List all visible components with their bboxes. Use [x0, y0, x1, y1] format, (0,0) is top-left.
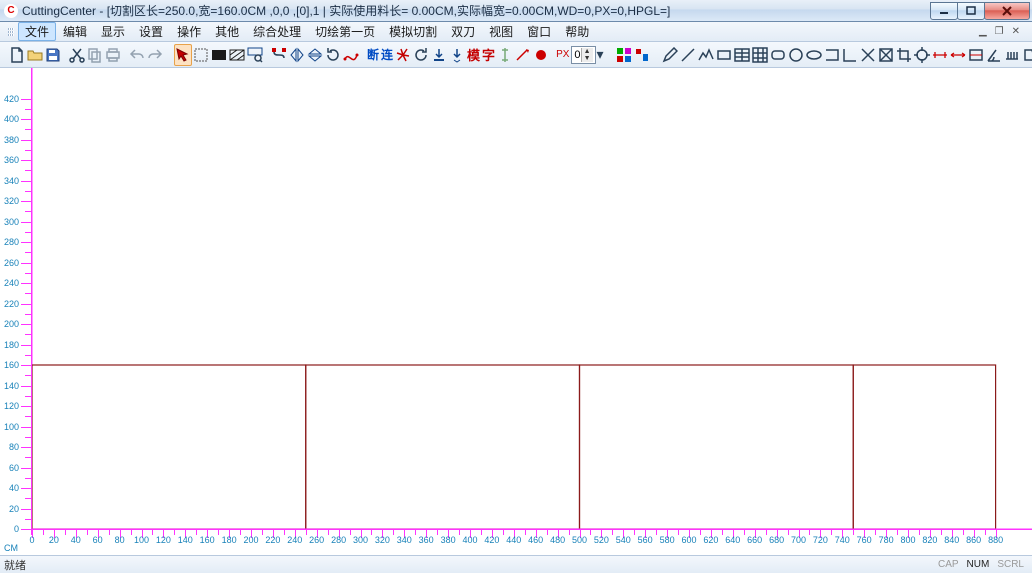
app-icon: [4, 4, 18, 18]
measure-v-icon[interactable]: [496, 44, 514, 66]
dropdown-icon[interactable]: ▾: [596, 44, 605, 66]
break-text-icon[interactable]: 断: [366, 44, 380, 66]
menu-item-5[interactable]: 其他: [208, 22, 246, 41]
mdi-minimize-icon[interactable]: ▁: [979, 26, 987, 37]
flip-v-icon[interactable]: [306, 44, 324, 66]
circle-icon[interactable]: [787, 44, 805, 66]
ellipse-icon[interactable]: [805, 44, 823, 66]
mo-text-icon[interactable]: 模: [466, 44, 481, 66]
menu-item-7[interactable]: 切绘第一页: [308, 22, 382, 41]
vector-tool-icon[interactable]: [514, 44, 532, 66]
copy-icon[interactable]: [86, 44, 104, 66]
down-step-icon[interactable]: [430, 44, 448, 66]
undo-icon[interactable]: [128, 44, 146, 66]
half-rect-icon[interactable]: [823, 44, 841, 66]
join-text-icon[interactable]: 连: [380, 44, 394, 66]
fill-tool-icon[interactable]: [210, 44, 228, 66]
spin-up-icon[interactable]: ▲: [581, 48, 593, 55]
grid-icon[interactable]: [751, 44, 769, 66]
target-icon[interactable]: [913, 44, 931, 66]
px-spinner[interactable]: 0 ▲▼: [571, 46, 595, 64]
zi-text-icon[interactable]: 字: [481, 44, 496, 66]
print-icon[interactable]: [104, 44, 122, 66]
mdi-restore-icon[interactable]: ❐: [995, 26, 1004, 37]
menu-item-8[interactable]: 模拟切割: [382, 22, 444, 41]
menu-item-10[interactable]: 视图: [482, 22, 520, 41]
select-tool-icon[interactable]: [174, 44, 192, 66]
shear-icon[interactable]: [1021, 44, 1032, 66]
toolbar: 断 连 模 字 PX 0 ▲▼ ▾: [0, 42, 1032, 68]
window-title: CuttingCenter - [切割区长=250.0,宽=160.0CM ,0…: [22, 2, 931, 19]
menu-item-4[interactable]: 操作: [170, 22, 208, 41]
horizontal-ruler: 0204060801001201401601802002202402602803…: [32, 529, 1032, 545]
ruler-unit-label: CM: [4, 543, 18, 553]
node-tool-icon[interactable]: [270, 44, 288, 66]
line-icon[interactable]: [679, 44, 697, 66]
menu-item-11[interactable]: 窗口: [520, 22, 558, 41]
menu-item-1[interactable]: 编辑: [56, 22, 94, 41]
crop-icon[interactable]: [895, 44, 913, 66]
rect-icon[interactable]: [715, 44, 733, 66]
x-box-icon[interactable]: [877, 44, 895, 66]
status-text: 就绪: [4, 557, 934, 573]
status-bar: 就绪 CAP NUM SCRL: [0, 555, 1032, 573]
scrl-indicator: SCRL: [993, 559, 1028, 570]
mdi-close-icon[interactable]: ✕: [1012, 26, 1020, 37]
dim-h-icon[interactable]: [931, 44, 949, 66]
menu-item-0[interactable]: 文件: [18, 22, 56, 41]
down-play-icon[interactable]: [448, 44, 466, 66]
menu-item-3[interactable]: 设置: [132, 22, 170, 41]
grid-zoom-icon[interactable]: [246, 44, 264, 66]
cut-icon[interactable]: [68, 44, 86, 66]
color-grid-icon[interactable]: [615, 44, 633, 66]
drawing-canvas[interactable]: [32, 68, 1032, 529]
comb-icon[interactable]: [1003, 44, 1021, 66]
polyline-icon[interactable]: [697, 44, 715, 66]
rounded-rect-icon[interactable]: [769, 44, 787, 66]
mdi-buttons: ▁ ❐ ✕: [979, 22, 1032, 41]
maximize-button[interactable]: [957, 2, 985, 20]
region-tool-icon[interactable]: [192, 44, 210, 66]
menu-item-2[interactable]: 显示: [94, 22, 132, 41]
workspace: 0204060801001201401601802002202402602803…: [0, 68, 1032, 555]
flip-h-icon[interactable]: [288, 44, 306, 66]
redo-icon[interactable]: [146, 44, 164, 66]
explode-icon[interactable]: [394, 44, 412, 66]
rotate-cw-icon[interactable]: [412, 44, 430, 66]
close-button[interactable]: [984, 2, 1030, 20]
hatch-tool-icon[interactable]: [228, 44, 246, 66]
rotate-icon[interactable]: [324, 44, 342, 66]
dim-arrows-icon[interactable]: [949, 44, 967, 66]
align-tool-icon[interactable]: [633, 44, 651, 66]
cross-icon[interactable]: [859, 44, 877, 66]
angle-icon[interactable]: [985, 44, 1003, 66]
new-file-icon[interactable]: [8, 44, 26, 66]
corner-icon[interactable]: [841, 44, 859, 66]
num-indicator: NUM: [963, 559, 994, 570]
title-bar: CuttingCenter - [切割区长=250.0,宽=160.0CM ,0…: [0, 0, 1032, 22]
menu-item-9[interactable]: 双刀: [444, 22, 482, 41]
table-icon[interactable]: [733, 44, 751, 66]
frame-mark-icon[interactable]: [967, 44, 985, 66]
vertical-ruler: 0204060801001201401601802002202402602803…: [0, 68, 32, 535]
record-icon[interactable]: [532, 44, 550, 66]
menu-grip: [8, 22, 14, 41]
pencil-icon[interactable]: [661, 44, 679, 66]
menu-item-6[interactable]: 综合处理: [246, 22, 308, 41]
path-tool-icon[interactable]: [342, 44, 360, 66]
spin-label: PX: [556, 49, 569, 60]
menu-bar: 文件编辑显示设置操作其他综合处理切绘第一页模拟切割双刀视图窗口帮助 ▁ ❐ ✕: [0, 22, 1032, 42]
save-file-icon[interactable]: [44, 44, 62, 66]
open-file-icon[interactable]: [26, 44, 44, 66]
minimize-button[interactable]: [930, 2, 958, 20]
menu-item-12[interactable]: 帮助: [558, 22, 596, 41]
window-buttons: [931, 2, 1030, 20]
spin-down-icon[interactable]: ▼: [581, 55, 593, 62]
cap-indicator: CAP: [934, 559, 963, 570]
